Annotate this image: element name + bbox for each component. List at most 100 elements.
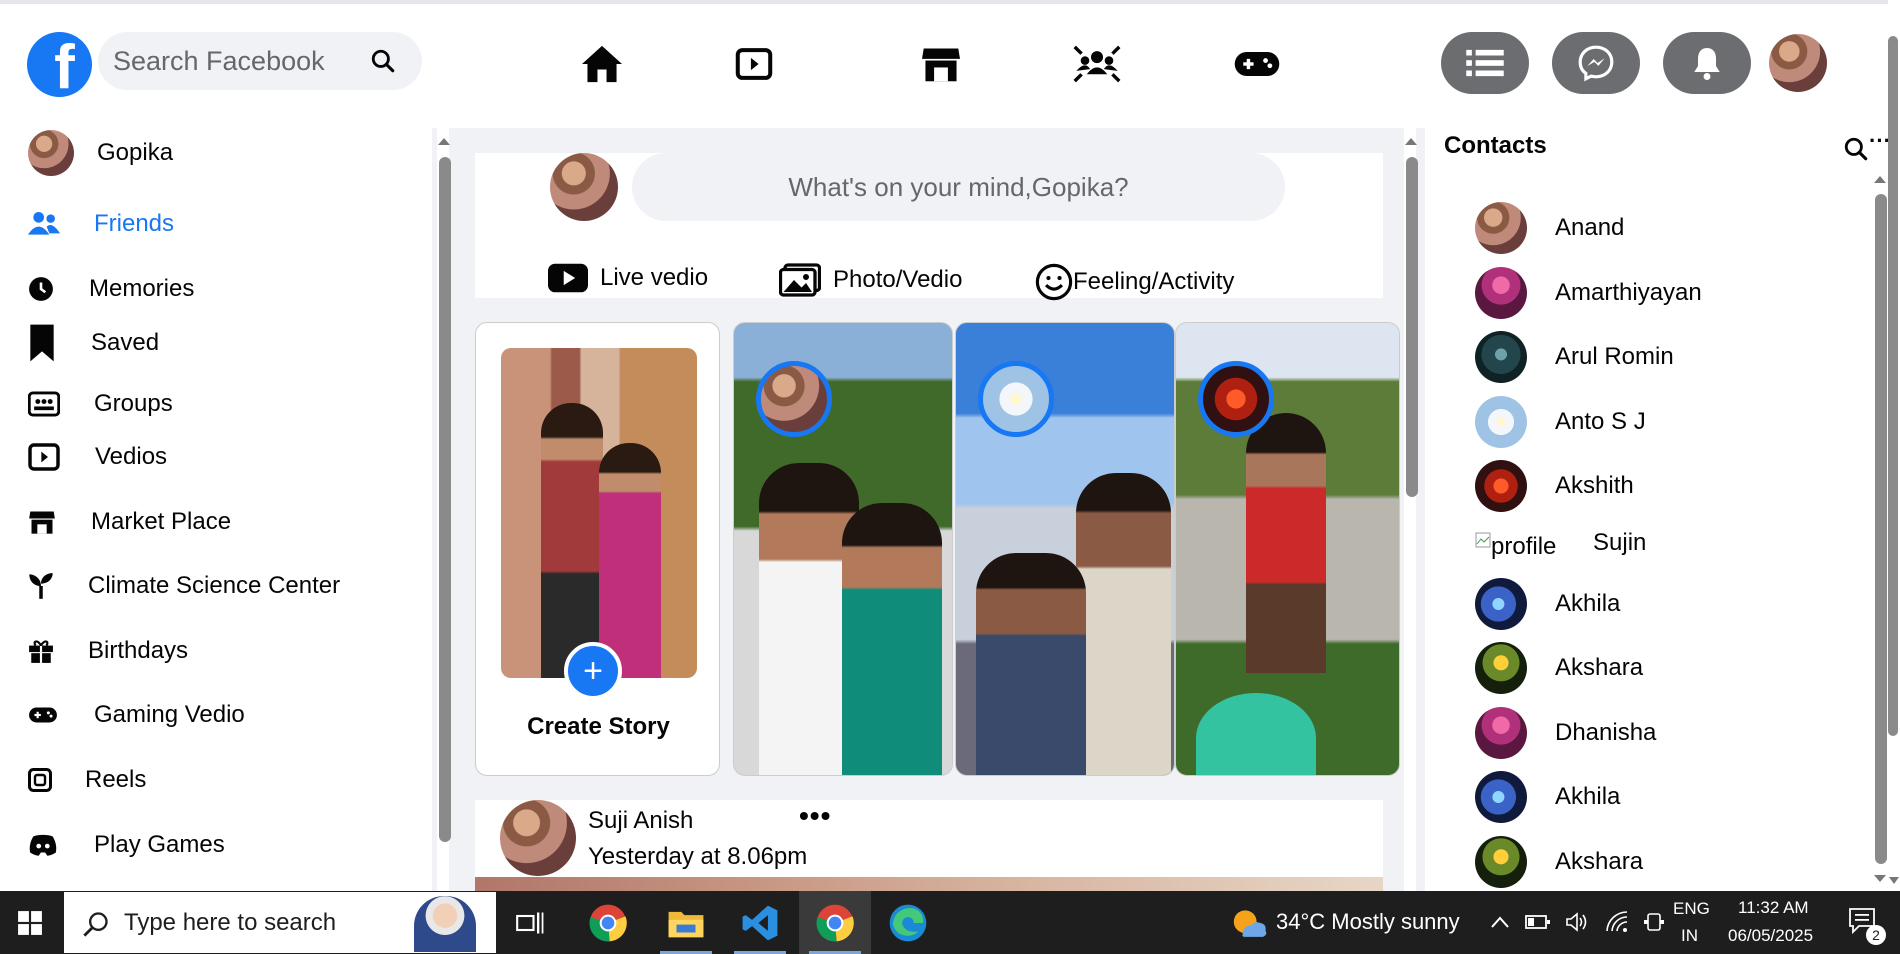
weather-text[interactable]: 34°C Mostly sunny [1276, 909, 1460, 935]
contact-item[interactable]: Anto S J [1475, 396, 1646, 448]
windows-icon [18, 910, 42, 935]
chrome-app[interactable] [572, 891, 644, 954]
home-icon[interactable] [577, 41, 627, 87]
scroll-up-icon[interactable] [1404, 136, 1418, 146]
edge-app[interactable] [872, 891, 944, 954]
plus-icon: + [583, 652, 603, 690]
sidebar-item-climate[interactable]: Climate Science Center [28, 566, 368, 606]
sidebar-item-memories[interactable]: Memories [28, 269, 328, 309]
contacts-scrollbar[interactable] [1873, 172, 1887, 891]
sidebar-item-label: Friends [94, 210, 175, 237]
file-explorer-app[interactable] [650, 891, 722, 954]
smiley-icon [1035, 263, 1073, 301]
network-icon[interactable] [1605, 910, 1629, 934]
feed-scrollbar[interactable] [1404, 128, 1418, 891]
live-video-button[interactable]: Live vedio [548, 263, 708, 293]
feed-post: Suji Anish Yesterday at 8.06pm ••• [475, 800, 1383, 891]
sidebar-item-reels[interactable]: Reels [28, 760, 328, 800]
contact-name: Akhila [1555, 783, 1621, 810]
sidebar-item-gaming-video[interactable]: Gaming Vedio [28, 695, 328, 735]
contact-item[interactable]: Dhanisha [1475, 707, 1656, 759]
messenger-icon [1578, 45, 1614, 82]
sidebar-item-groups[interactable]: Groups [28, 384, 328, 424]
window-scrollbar-thumb[interactable] [1888, 36, 1898, 736]
left-scrollbar[interactable] [437, 128, 451, 891]
device-icon[interactable] [1643, 910, 1665, 934]
chrome-active-app[interactable] [799, 891, 871, 954]
language-indicator[interactable]: ENG [1673, 899, 1710, 919]
feed-scrollbar-thumb[interactable] [1406, 157, 1418, 497]
video-icon[interactable] [729, 41, 779, 87]
marketplace-icon[interactable] [916, 41, 966, 87]
taskbar-search-input[interactable] [124, 908, 394, 937]
story-card[interactable] [955, 322, 1175, 776]
scroll-down-icon[interactable] [1873, 874, 1887, 884]
post-image[interactable] [475, 877, 1383, 891]
post-timestamp[interactable]: Yesterday at 8.06pm [588, 843, 807, 871]
search-bar[interactable] [98, 32, 422, 90]
left-sidebar: Gopika Friends Memories Saved Groups Ved… [0, 128, 451, 891]
chevron-up-icon[interactable] [1490, 915, 1510, 929]
sidebar-item-label: Climate Science Center [88, 572, 341, 599]
battery-icon[interactable] [1525, 913, 1551, 931]
profile-avatar[interactable] [1769, 34, 1827, 92]
sidebar-item-birthdays[interactable]: Birthdays [28, 631, 328, 671]
scroll-up-icon[interactable] [437, 136, 451, 146]
contact-item[interactable]: Anand [1475, 202, 1624, 254]
vscode-app[interactable] [724, 891, 796, 954]
post-options-button[interactable]: ••• [799, 800, 831, 832]
contact-item[interactable]: Akhila [1475, 771, 1620, 823]
clock-date[interactable]: 06/05/2025 [1728, 926, 1813, 946]
search-input[interactable] [98, 45, 348, 77]
sidebar-item-profile[interactable]: Gopika [28, 130, 328, 176]
gamepad-icon [29, 707, 57, 723]
contact-item[interactable]: Akshith [1475, 460, 1634, 512]
add-story-button[interactable]: + [564, 642, 622, 700]
contacts-title: Contacts [1444, 132, 1547, 159]
contact-item[interactable]: Akshara [1475, 836, 1643, 888]
post-author-avatar[interactable] [500, 800, 576, 876]
story-card[interactable] [1175, 322, 1400, 776]
window-scrollbar[interactable] [1888, 0, 1900, 891]
scroll-up-icon[interactable] [1873, 174, 1887, 184]
weather-icon[interactable] [1230, 906, 1268, 940]
sidebar-item-marketplace[interactable]: Market Place [28, 502, 328, 542]
scroll-down-icon[interactable] [1888, 876, 1900, 886]
photo-video-label: Photo/Vedio [833, 266, 963, 293]
story-card[interactable] [733, 322, 953, 776]
sidebar-item-friends[interactable]: Friends [28, 204, 328, 244]
create-story-card[interactable]: + Create Story [475, 322, 720, 776]
menu-button[interactable] [1441, 32, 1529, 94]
contacts-scrollbar-thumb[interactable] [1875, 194, 1887, 864]
contact-item[interactable]: Akhila [1475, 578, 1620, 630]
status-input[interactable] [632, 153, 1285, 221]
gaming-icon[interactable] [1232, 41, 1282, 87]
contact-item[interactable]: Akshara [1475, 642, 1643, 694]
gift-icon [29, 640, 53, 663]
story-avatar [756, 361, 832, 437]
post-author-name[interactable]: Suji Anish [588, 807, 693, 835]
create-story-label: Create Story [527, 713, 670, 740]
photo-video-button[interactable]: Photo/Vedio [779, 263, 962, 297]
notifications-button[interactable] [1663, 32, 1751, 94]
taskbar-search[interactable] [64, 892, 496, 953]
start-button[interactable] [0, 891, 60, 954]
messenger-button[interactable] [1552, 32, 1640, 94]
windows-taskbar: 34°C Mostly sunny ENG IN 11:32 AM 06/05/… [0, 891, 1900, 954]
facebook-logo[interactable]: f [27, 32, 92, 97]
task-view-button[interactable] [494, 891, 566, 954]
sidebar-item-play-games[interactable]: Play Games [28, 825, 328, 865]
volume-icon[interactable] [1565, 910, 1589, 934]
feeling-activity-button[interactable]: Feeling/Activity [1035, 263, 1234, 301]
search-icon[interactable] [1843, 136, 1869, 162]
sidebar-item-videos[interactable]: Vedios [28, 437, 328, 477]
sidebar-item-saved[interactable]: Saved [28, 321, 328, 365]
region-indicator[interactable]: IN [1681, 926, 1698, 946]
contact-item[interactable]: profile Sujin [1475, 523, 1646, 563]
search-icon[interactable] [370, 48, 396, 74]
contact-item[interactable]: Amarthiyayan [1475, 267, 1702, 319]
contact-item[interactable]: Arul Romin [1475, 331, 1674, 383]
groups-icon[interactable] [1072, 41, 1122, 87]
left-scrollbar-thumb[interactable] [439, 157, 451, 842]
clock-time[interactable]: 11:32 AM [1738, 898, 1809, 918]
